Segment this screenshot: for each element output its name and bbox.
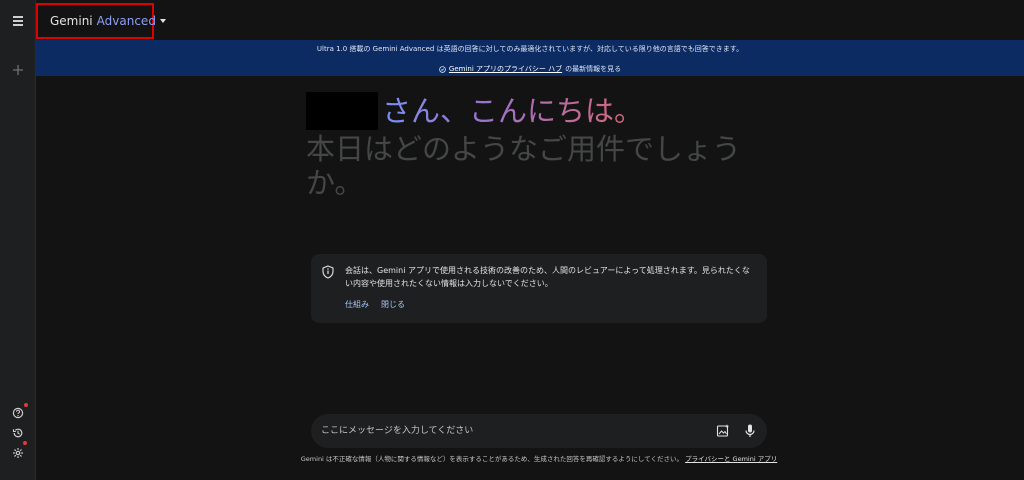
history-icon[interactable] xyxy=(8,423,28,443)
banner-link-suffix: の最新情報を見る xyxy=(565,65,622,73)
info-banner: Ultra 1.0 搭載の Gemini Advanced は英語の回答に対して… xyxy=(36,40,1024,76)
image-upload-icon[interactable] xyxy=(716,424,730,438)
model-tier: Advanced xyxy=(96,14,156,28)
greeting-subtitle: 本日はどのようなご用件でしょうか。 xyxy=(306,132,742,200)
model-name: Gemini xyxy=(50,14,93,28)
prompt-input[interactable] xyxy=(321,422,701,440)
privacy-hub-link[interactable]: Gemini アプリのプライバシー ハブ xyxy=(449,64,562,74)
model-picker-button[interactable]: Gemini Advanced xyxy=(36,3,166,39)
menu-icon[interactable] xyxy=(8,11,28,31)
sidebar xyxy=(0,0,36,480)
caret-down-icon xyxy=(159,19,166,23)
new-chat-icon[interactable] xyxy=(8,60,28,80)
notification-dot xyxy=(24,403,28,407)
mic-icon[interactable] xyxy=(743,423,757,439)
privacy-notice-card: 会話は、Gemini アプリで使用される技術の改善のため、人間のレビュアーによっ… xyxy=(311,254,767,323)
banner-text: Ultra 1.0 搭載の Gemini Advanced は英語の回答に対して… xyxy=(316,45,744,53)
top-bar: Gemini Advanced xyxy=(36,0,1024,40)
notification-dot xyxy=(23,441,27,445)
privacy-link[interactable]: プライバシーと Gemini アプリ xyxy=(685,455,777,463)
prompt-input-container xyxy=(311,414,767,448)
check-circle-icon xyxy=(439,65,446,73)
shield-icon xyxy=(322,265,334,279)
greeting-hello: さん、こんにちは。 xyxy=(382,94,644,128)
close-notice-button[interactable]: 閉じる xyxy=(381,299,405,310)
settings-icon[interactable] xyxy=(8,441,28,463)
help-icon[interactable] xyxy=(8,403,28,423)
notice-text: 会話は、Gemini アプリで使用される技術の改善のため、人間のレビュアーによっ… xyxy=(345,266,750,288)
disclaimer-text: Gemini は不正確な情報（人物に関する情報など）を表示することがあるため、生… xyxy=(300,455,684,463)
redacted-username xyxy=(306,92,378,130)
disclaimer-footer: Gemini は不正確な情報（人物に関する情報など）を表示することがあるため、生… xyxy=(300,455,778,464)
how-it-works-link[interactable]: 仕組み xyxy=(345,299,369,310)
